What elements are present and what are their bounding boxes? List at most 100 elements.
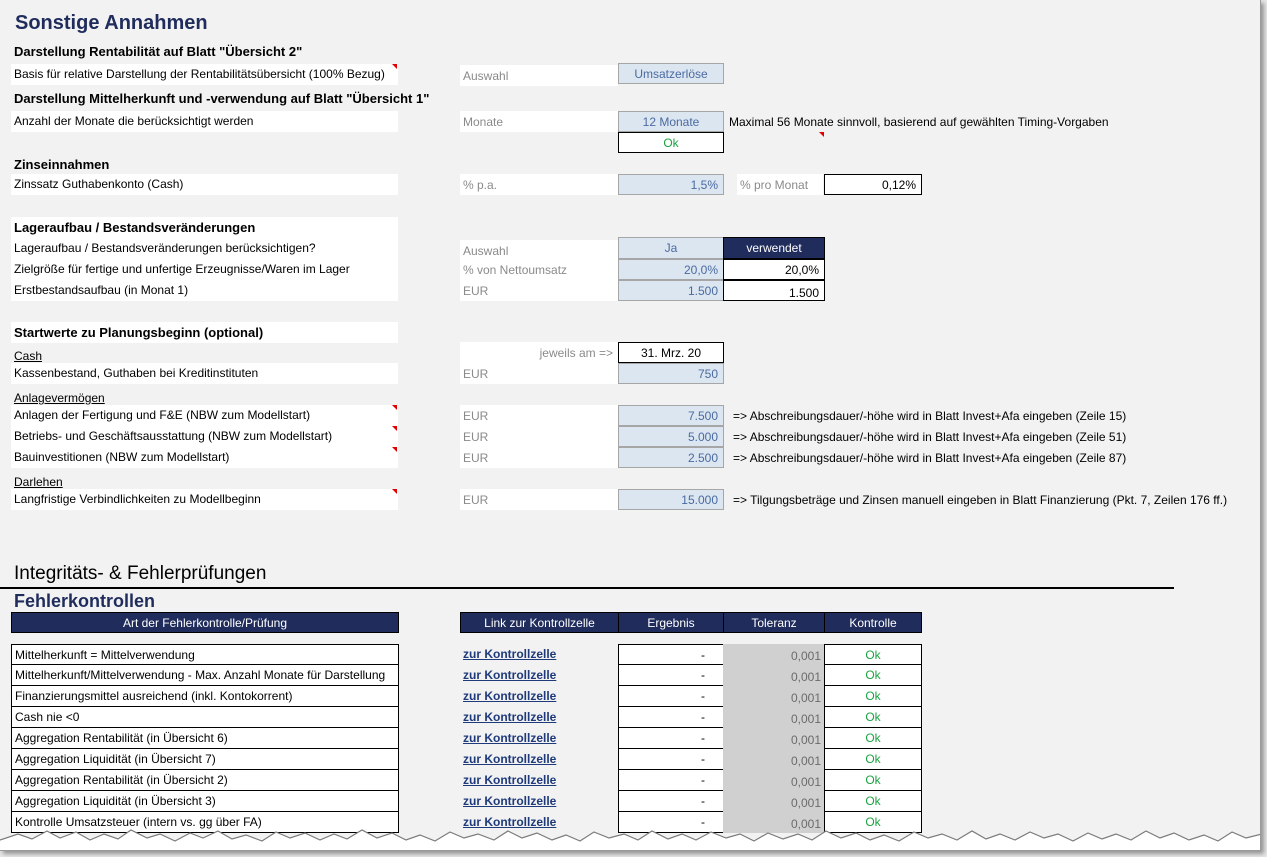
control-cell-link[interactable]: zur Kontrollzelle [460,791,556,812]
comment-indicator[interactable] [392,426,397,431]
errors-subheading: Fehlerkontrollen [14,591,156,611]
lager-target-used: 20,0% [723,259,825,280]
check-name: Cash nie <0 [11,707,399,728]
section-heading-startwerte: Startwerte zu Planungsbeginn (optional) [14,325,264,340]
check-tolerance[interactable]: 0,001 [723,791,825,812]
anlage-row-label: Betriebs- und Geschäftsausstattung (NBW … [11,426,398,447]
anlage-row-input[interactable]: 2.500 [618,447,724,468]
anlage-subheading: Anlagevermögen [14,391,105,405]
anlage-row-input[interactable]: 5.000 [618,426,724,447]
cash-unit: EUR [460,363,618,384]
interest-rate-input[interactable]: 1,5% [618,174,724,195]
check-tolerance[interactable]: 0,001 [723,770,825,791]
loan-label: Langfristige Verbindlichkeiten zu Modell… [11,489,398,510]
cash-input[interactable]: 750 [618,363,724,384]
anlage-row-label: Anlagen der Fertigung und F&E (NBW zum M… [11,405,398,426]
comment-indicator[interactable] [392,447,397,452]
months-input[interactable]: 12 Monate [618,111,724,132]
lager-target-unit: % von Nettoumsatz [460,259,618,280]
lager-consider-dropdown[interactable]: Ja [618,237,724,259]
check-name: Aggregation Rentabilität (in Übersicht 2… [11,770,399,791]
lager-consider-status: verwendet [723,237,825,259]
basis-unit: Auswahl [460,65,618,86]
check-status: Ok [824,707,922,728]
lager-target-input[interactable]: 20,0% [618,259,724,280]
column-header-control: Kontrolle [824,612,922,633]
check-tolerance[interactable]: 0,001 [723,686,825,707]
check-status: Ok [824,644,922,665]
check-result: - [618,749,724,770]
comment-indicator[interactable] [392,489,397,494]
monthly-rate-value: 0,12% [824,174,922,195]
comment-indicator[interactable] [392,405,397,410]
interest-rate-label: Zinssatz Guthabenkonto (Cash) [11,174,398,195]
control-cell-link[interactable]: zur Kontrollzelle [460,665,556,686]
check-name: Aggregation Rentabilität (in Übersicht 6… [11,728,399,749]
lager-initial-unit: EUR [460,280,618,301]
check-status: Ok [824,728,922,749]
page-title: Sonstige Annahmen [15,12,208,34]
months-unit: Monate [460,111,618,132]
check-name: Finanzierungsmittel ausreichend (inkl. K… [11,686,399,707]
check-status: Ok [824,665,922,686]
anlage-row-label: Bauinvestitionen (NBW zum Modellstart) [11,447,398,468]
monthly-rate-label: % pro Monat [737,174,823,195]
column-header-check: Art der Fehlerkontrolle/Prüfung [11,612,399,633]
loan-note: => Tilgungsbeträge und Zinsen manuell ei… [733,493,1228,507]
control-cell-link[interactable]: zur Kontrollzelle [460,644,556,665]
anlage-row-note: => Abschreibungsdauer/-höhe wird in Blat… [733,451,1127,465]
anlage-row-input[interactable]: 7.500 [618,405,724,426]
integrity-heading: Integritäts- & Fehlerprüfungen [14,563,267,584]
darlehen-subheading: Darlehen [14,475,63,489]
section-heading-rentabilitaet: Darstellung Rentabilität auf Blatt "Über… [14,44,303,59]
cash-label: Kassenbestand, Guthaben bei Kreditinstit… [11,363,398,384]
column-header-result: Ergebnis [618,612,724,633]
divider-line [0,587,1174,589]
lager-consider-unit: Auswahl [460,240,618,261]
section-heading-mittelherkunft: Darstellung Mittelherkunft und -verwendu… [14,91,430,106]
anlage-row-unit: EUR [460,426,618,447]
section-heading-lager: Lageraufbau / Bestandsveränderungen [14,220,256,235]
check-tolerance[interactable]: 0,001 [723,707,825,728]
check-name: Mittelherkunft = Mittelverwendung [11,644,399,665]
check-status: Ok [824,749,922,770]
start-date-input[interactable]: 31. Mrz. 20 [618,342,724,363]
control-cell-link[interactable]: zur Kontrollzelle [460,707,556,728]
months-note: Maximal 56 Monate sinnvoll, basierend au… [729,115,1109,129]
check-result: - [618,665,724,686]
comment-indicator[interactable] [392,64,397,69]
column-header-link: Link zur Kontrollzelle [460,612,619,633]
lager-initial-label: Erstbestandsaufbau (in Monat 1) [11,280,398,301]
check-tolerance[interactable]: 0,001 [723,644,825,665]
check-status: Ok [824,770,922,791]
control-cell-link[interactable]: zur Kontrollzelle [460,749,556,770]
months-label: Anzahl der Monate die berücksichtigt wer… [11,111,398,132]
check-status: Ok [824,686,922,707]
spreadsheet-sheet: Sonstige Annahmen Darstellung Rentabilit… [0,0,1261,851]
anlage-row-note: => Abschreibungsdauer/-höhe wird in Blat… [733,430,1127,444]
lager-target-label: Zielgröße für fertige und unfertige Erze… [11,259,398,280]
comment-indicator[interactable] [819,132,824,137]
cash-subheading: Cash [14,349,43,363]
months-status: Ok [618,132,724,153]
check-tolerance[interactable]: 0,001 [723,728,825,749]
basis-dropdown[interactable]: Umsatzerlöse [618,63,724,84]
control-cell-link[interactable]: zur Kontrollzelle [460,770,556,791]
check-result: - [618,686,724,707]
check-result: - [618,707,724,728]
basis-label: Basis für relative Darstellung der Renta… [11,64,398,85]
interest-rate-unit: % p.a. [460,174,618,195]
check-tolerance[interactable]: 0,001 [723,749,825,770]
check-tolerance[interactable]: 0,001 [723,665,825,686]
control-cell-link[interactable]: zur Kontrollzelle [460,728,556,749]
section-heading-zinseinnahmen: Zinseinnahmen [14,157,110,172]
check-name: Mittelherkunft/Mittelverwendung - Max. A… [11,665,399,686]
control-cell-link[interactable]: zur Kontrollzelle [460,686,556,707]
lager-initial-input[interactable]: 1.500 [618,280,724,301]
torn-edge [0,829,1260,850]
check-name: Aggregation Liquidität (in Übersicht 7) [11,749,399,770]
anlage-row-unit: EUR [460,405,618,426]
loan-input[interactable]: 15.000 [618,489,724,510]
check-name: Aggregation Liquidität (in Übersicht 3) [11,791,399,812]
check-result: - [618,644,724,665]
